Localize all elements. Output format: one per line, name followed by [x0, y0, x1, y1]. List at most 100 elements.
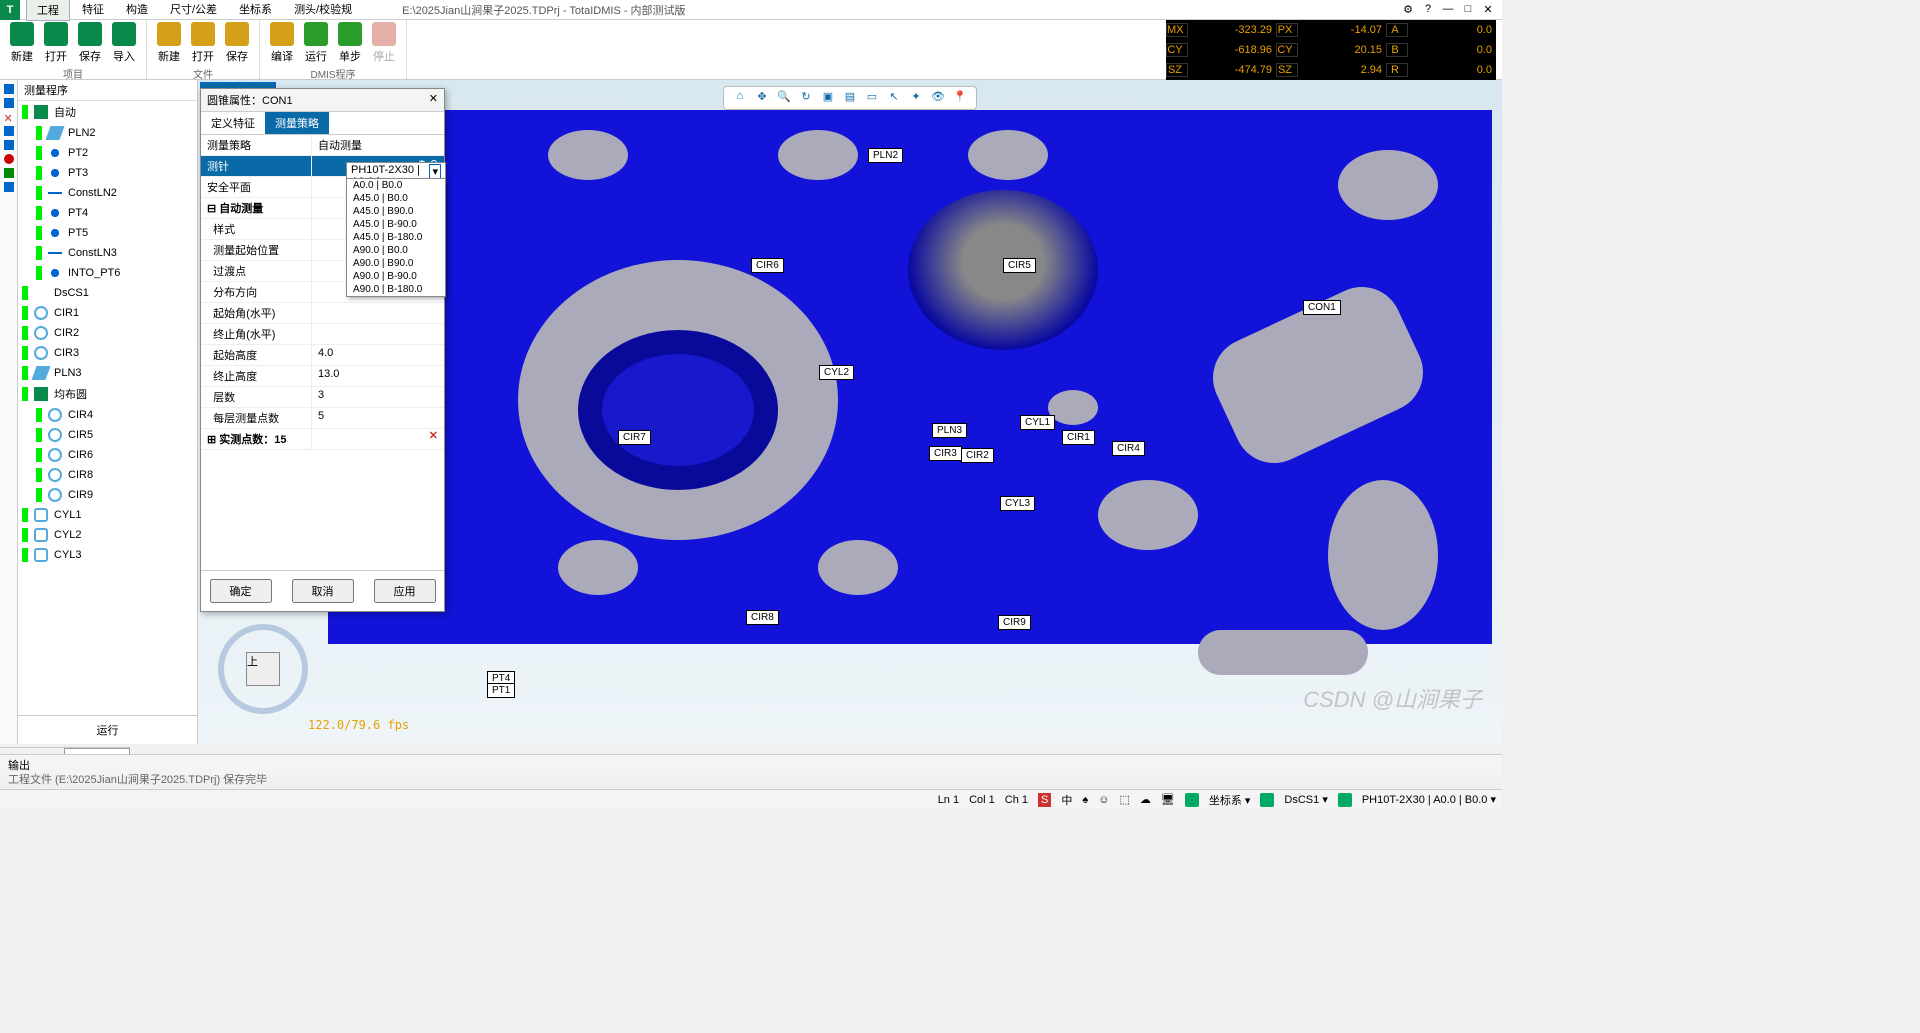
fit-icon[interactable]: ▣ — [820, 90, 836, 106]
tree-item-ConstLN2[interactable]: ConstLN2 — [18, 183, 197, 203]
tree-item-CIR2[interactable]: CIR2 — [18, 323, 197, 343]
status-cs[interactable]: 坐标系 ▾ — [1209, 792, 1251, 808]
cancel-button[interactable]: 取消 — [292, 579, 354, 603]
dropdown-option[interactable]: A0.0 | B0.0 — [347, 179, 445, 192]
tab-define[interactable]: 定义特征 — [201, 112, 265, 134]
ok-button[interactable]: 确定 — [210, 579, 272, 603]
tool-icon[interactable] — [4, 84, 14, 94]
label-CON1[interactable]: CON1 — [1303, 300, 1341, 315]
label-CYL2[interactable]: CYL2 — [819, 365, 854, 380]
apply-button[interactable]: 应用 — [374, 579, 436, 603]
tree-run-button[interactable]: 运行 — [18, 715, 197, 744]
tree-item-CYL3[interactable]: CYL3 — [18, 545, 197, 565]
tree-item-CYL1[interactable]: CYL1 — [18, 505, 197, 525]
open-file-button[interactable]: 打开 — [191, 22, 215, 64]
dropdown-option[interactable]: A90.0 | B90.0 — [347, 257, 445, 270]
tree-item-PT2[interactable]: PT2 — [18, 143, 197, 163]
tree-item-CYL2[interactable]: CYL2 — [18, 525, 197, 545]
probe-icon[interactable] — [1338, 793, 1352, 807]
status-icon[interactable]: ♠ — [1082, 794, 1088, 806]
label-PLN3[interactable]: PLN3 — [932, 423, 967, 438]
record-icon[interactable] — [4, 154, 14, 164]
probe-dropdown[interactable]: A0.0 | B0.0A45.0 | B0.0A45.0 | B90.0A45.… — [346, 178, 446, 297]
tree-item-PLN3[interactable]: PLN3 — [18, 363, 197, 383]
compile-button[interactable]: 编译 — [270, 22, 294, 64]
label-CYL1[interactable]: CYL1 — [1020, 415, 1055, 430]
dropdown-option[interactable]: A45.0 | B-90.0 — [347, 218, 445, 231]
prop-row[interactable]: 终止角(水平) — [201, 324, 444, 345]
play-icon[interactable] — [4, 168, 14, 178]
cursor-icon[interactable]: ↖ — [886, 90, 902, 106]
prop-row[interactable]: 终止高度13.0 — [201, 366, 444, 387]
save-file-button[interactable]: 保存 — [225, 22, 249, 64]
move-icon[interactable]: ✥ — [754, 90, 770, 106]
tree-item-PT5[interactable]: PT5 — [18, 223, 197, 243]
layers-icon[interactable]: ▤ — [842, 90, 858, 106]
tree-item-PT4[interactable]: PT4 — [18, 203, 197, 223]
ime-lang[interactable]: 中 — [1061, 792, 1072, 808]
prop-row[interactable]: 起始角(水平) — [201, 303, 444, 324]
label-CIR1[interactable]: CIR1 — [1062, 430, 1095, 445]
menu-feature[interactable]: 特征 — [72, 0, 114, 21]
dscs-icon[interactable] — [1260, 793, 1274, 807]
prop-row[interactable]: 层数3 — [201, 387, 444, 408]
tree-item-CIR5[interactable]: CIR5 — [18, 425, 197, 445]
menu-cs[interactable]: 坐标系 — [229, 0, 282, 21]
tool-icon[interactable] — [4, 126, 14, 136]
menu-construct[interactable]: 构造 — [116, 0, 158, 21]
delete-icon[interactable]: ✕ — [423, 429, 444, 449]
label-CIR4[interactable]: CIR4 — [1112, 441, 1145, 456]
menu-project[interactable]: 工程 — [26, 0, 70, 21]
label-PLN2[interactable]: PLN2 — [868, 148, 903, 163]
tree-item-DsCS1[interactable]: DsCS1 — [18, 283, 197, 303]
status-icon[interactable]: ☁ — [1140, 793, 1151, 806]
dropdown-option[interactable]: A45.0 | B0.0 — [347, 192, 445, 205]
tree-item-PLN2[interactable]: PLN2 — [18, 123, 197, 143]
label-CIR5[interactable]: CIR5 — [1003, 258, 1036, 273]
save-project-button[interactable]: 保存 — [78, 22, 102, 64]
status-dscs[interactable]: DsCS1 ▾ — [1284, 793, 1327, 806]
minimize-icon[interactable]: — — [1440, 3, 1456, 16]
tree-item-CIR9[interactable]: CIR9 — [18, 485, 197, 505]
eye-icon[interactable]: 👁 — [930, 90, 946, 106]
label-CIR8[interactable]: CIR8 — [746, 610, 779, 625]
help-icon[interactable]: ? — [1420, 3, 1436, 16]
select-icon[interactable]: ▭ — [864, 90, 880, 106]
tool-icon[interactable]: ✕ — [4, 112, 14, 122]
cs-icon[interactable] — [1185, 793, 1199, 807]
tree-item-CIR3[interactable]: CIR3 — [18, 343, 197, 363]
tree-item-自动[interactable]: 自动 — [18, 101, 197, 123]
tab-strategy[interactable]: 测量策略 — [265, 112, 329, 134]
label-CYL3[interactable]: CYL3 — [1000, 496, 1035, 511]
tree-item-CIR1[interactable]: CIR1 — [18, 303, 197, 323]
label-CIR6[interactable]: CIR6 — [751, 258, 784, 273]
tree-item-CIR4[interactable]: CIR4 — [18, 405, 197, 425]
label-CIR9[interactable]: CIR9 — [998, 615, 1031, 630]
rotate-icon[interactable]: ↻ — [798, 90, 814, 106]
tool-icon[interactable] — [4, 98, 14, 108]
label-CIR2[interactable]: CIR2 — [961, 448, 994, 463]
stop-button[interactable]: 停止 — [372, 22, 396, 64]
menu-probe[interactable]: 测头/校验规 — [284, 0, 362, 21]
pin-icon[interactable]: 📍 — [952, 90, 968, 106]
label-CIR7[interactable]: CIR7 — [618, 430, 651, 445]
tool-icon[interactable] — [4, 182, 14, 192]
dialog-titlebar[interactable]: 圆锥属性：CON1 ✕ — [201, 89, 444, 112]
status-icon[interactable]: ☺ — [1098, 794, 1109, 806]
dropdown-option[interactable]: A45.0 | B90.0 — [347, 205, 445, 218]
run-button[interactable]: 运行 — [304, 22, 328, 64]
dropdown-option[interactable]: A90.0 | B-90.0 — [347, 270, 445, 283]
step-button[interactable]: 单步 — [338, 22, 362, 64]
dropdown-option[interactable]: A45.0 | B-180.0 — [347, 231, 445, 244]
close-icon[interactable]: ✕ — [1480, 3, 1496, 16]
status-probe[interactable]: PH10T-2X30 | A0.0 | B0.0 ▾ — [1362, 793, 1496, 806]
dialog-close-icon[interactable]: ✕ — [429, 92, 438, 108]
status-icon[interactable]: 🖥 — [1161, 793, 1175, 806]
tree-body[interactable]: 自动PLN2PT2PT3ConstLN2PT4PT5ConstLN3INTO_P… — [18, 101, 197, 715]
dropdown-option[interactable]: A90.0 | B-180.0 — [347, 283, 445, 296]
tool-icon[interactable] — [4, 140, 14, 150]
ime-icon[interactable]: S — [1038, 793, 1051, 807]
home-icon[interactable]: ⌂ — [732, 90, 748, 106]
open-project-button[interactable]: 打开 — [44, 22, 68, 64]
status-icon[interactable]: ⬚ — [1119, 793, 1129, 806]
